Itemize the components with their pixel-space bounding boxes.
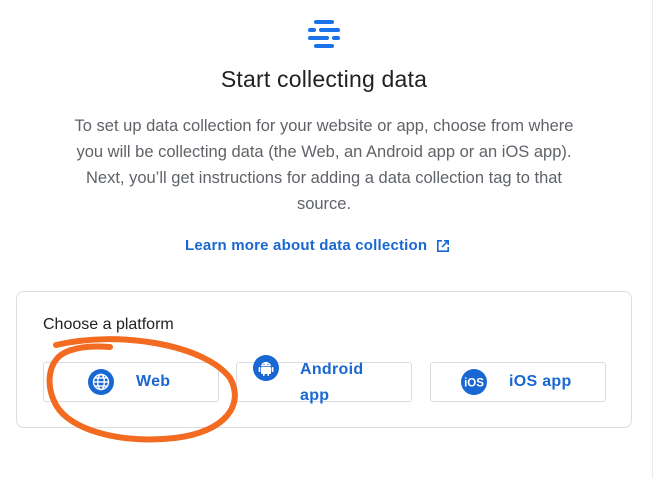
learn-more-label: Learn more about data collection: [185, 237, 428, 254]
svg-text:iOS: iOS: [464, 377, 484, 389]
globe-icon: [88, 369, 114, 395]
data-stream-icon: [308, 20, 340, 48]
ios-platform-button[interactable]: iOS iOS app: [430, 362, 606, 402]
page-title: Start collecting data: [220, 66, 428, 92]
panel-edge: [652, 0, 653, 478]
ios-icon: iOS: [461, 369, 487, 395]
web-platform-label: Web: [136, 373, 171, 390]
learn-more-link[interactable]: Learn more about data collection: [185, 237, 451, 254]
platform-label: Choose a platform: [43, 316, 174, 333]
android-platform-button[interactable]: Android app: [236, 355, 412, 404]
page-description: To set up data collection for your websi…: [74, 117, 574, 213]
android-platform-label: Android app: [300, 361, 364, 404]
open-in-new-icon: [437, 239, 450, 252]
ios-platform-label: iOS app: [509, 373, 572, 390]
android-icon: [253, 355, 279, 381]
web-platform-button[interactable]: Web: [43, 362, 219, 402]
